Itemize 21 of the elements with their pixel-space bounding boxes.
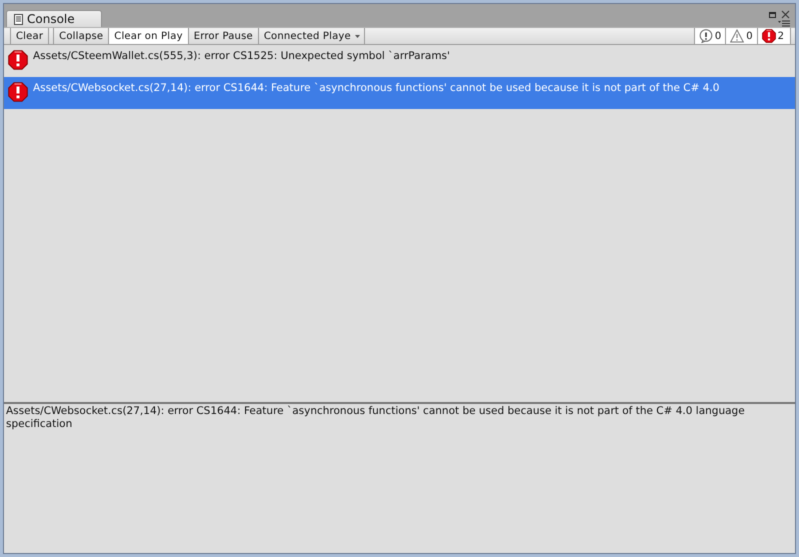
dropdown-button[interactable]: Connected Playe — [258, 28, 365, 44]
close-icon[interactable] — [781, 10, 790, 19]
error-filter-button[interactable]: 2 — [756, 28, 791, 44]
message-detail: Assets/CWebsocket.cs(27,14): error CS1644: Feature `asynchronous functions' cannot be used because it is not part of the C# 4.0 language specification — [5, 404, 746, 432]
maximize-icon[interactable] — [769, 12, 776, 18]
document-icon — [14, 14, 23, 24]
info-icon — [698, 29, 713, 43]
toggle-button[interactable]: Error Pause — [188, 28, 259, 44]
menu-icon[interactable] — [778, 20, 790, 27]
info-filter-button[interactable]: 0 — [694, 28, 726, 44]
warning-icon — [730, 29, 744, 43]
log-entry[interactable]: Assets/CSteemWallet.cs(555,3): error CS1525: Unexpected symbol `arrParams' — [4, 45, 795, 77]
error-icon — [762, 29, 776, 43]
console-tab[interactable]: Console — [6, 10, 102, 27]
toggle-button[interactable]: Clear on Play — [109, 28, 189, 44]
log-entry[interactable]: Assets/CWebsocket.cs(27,14): error CS1644: Feature `asynchronous functions' cannot be used because it is not part of the C# 4.0 — [4, 77, 795, 109]
caret-icon — [354, 34, 360, 38]
error-icon — [8, 82, 28, 102]
warning-filter-button[interactable]: 0 — [725, 28, 757, 44]
toolbar-button[interactable]: Clear — [10, 28, 50, 44]
error-icon — [8, 50, 28, 70]
